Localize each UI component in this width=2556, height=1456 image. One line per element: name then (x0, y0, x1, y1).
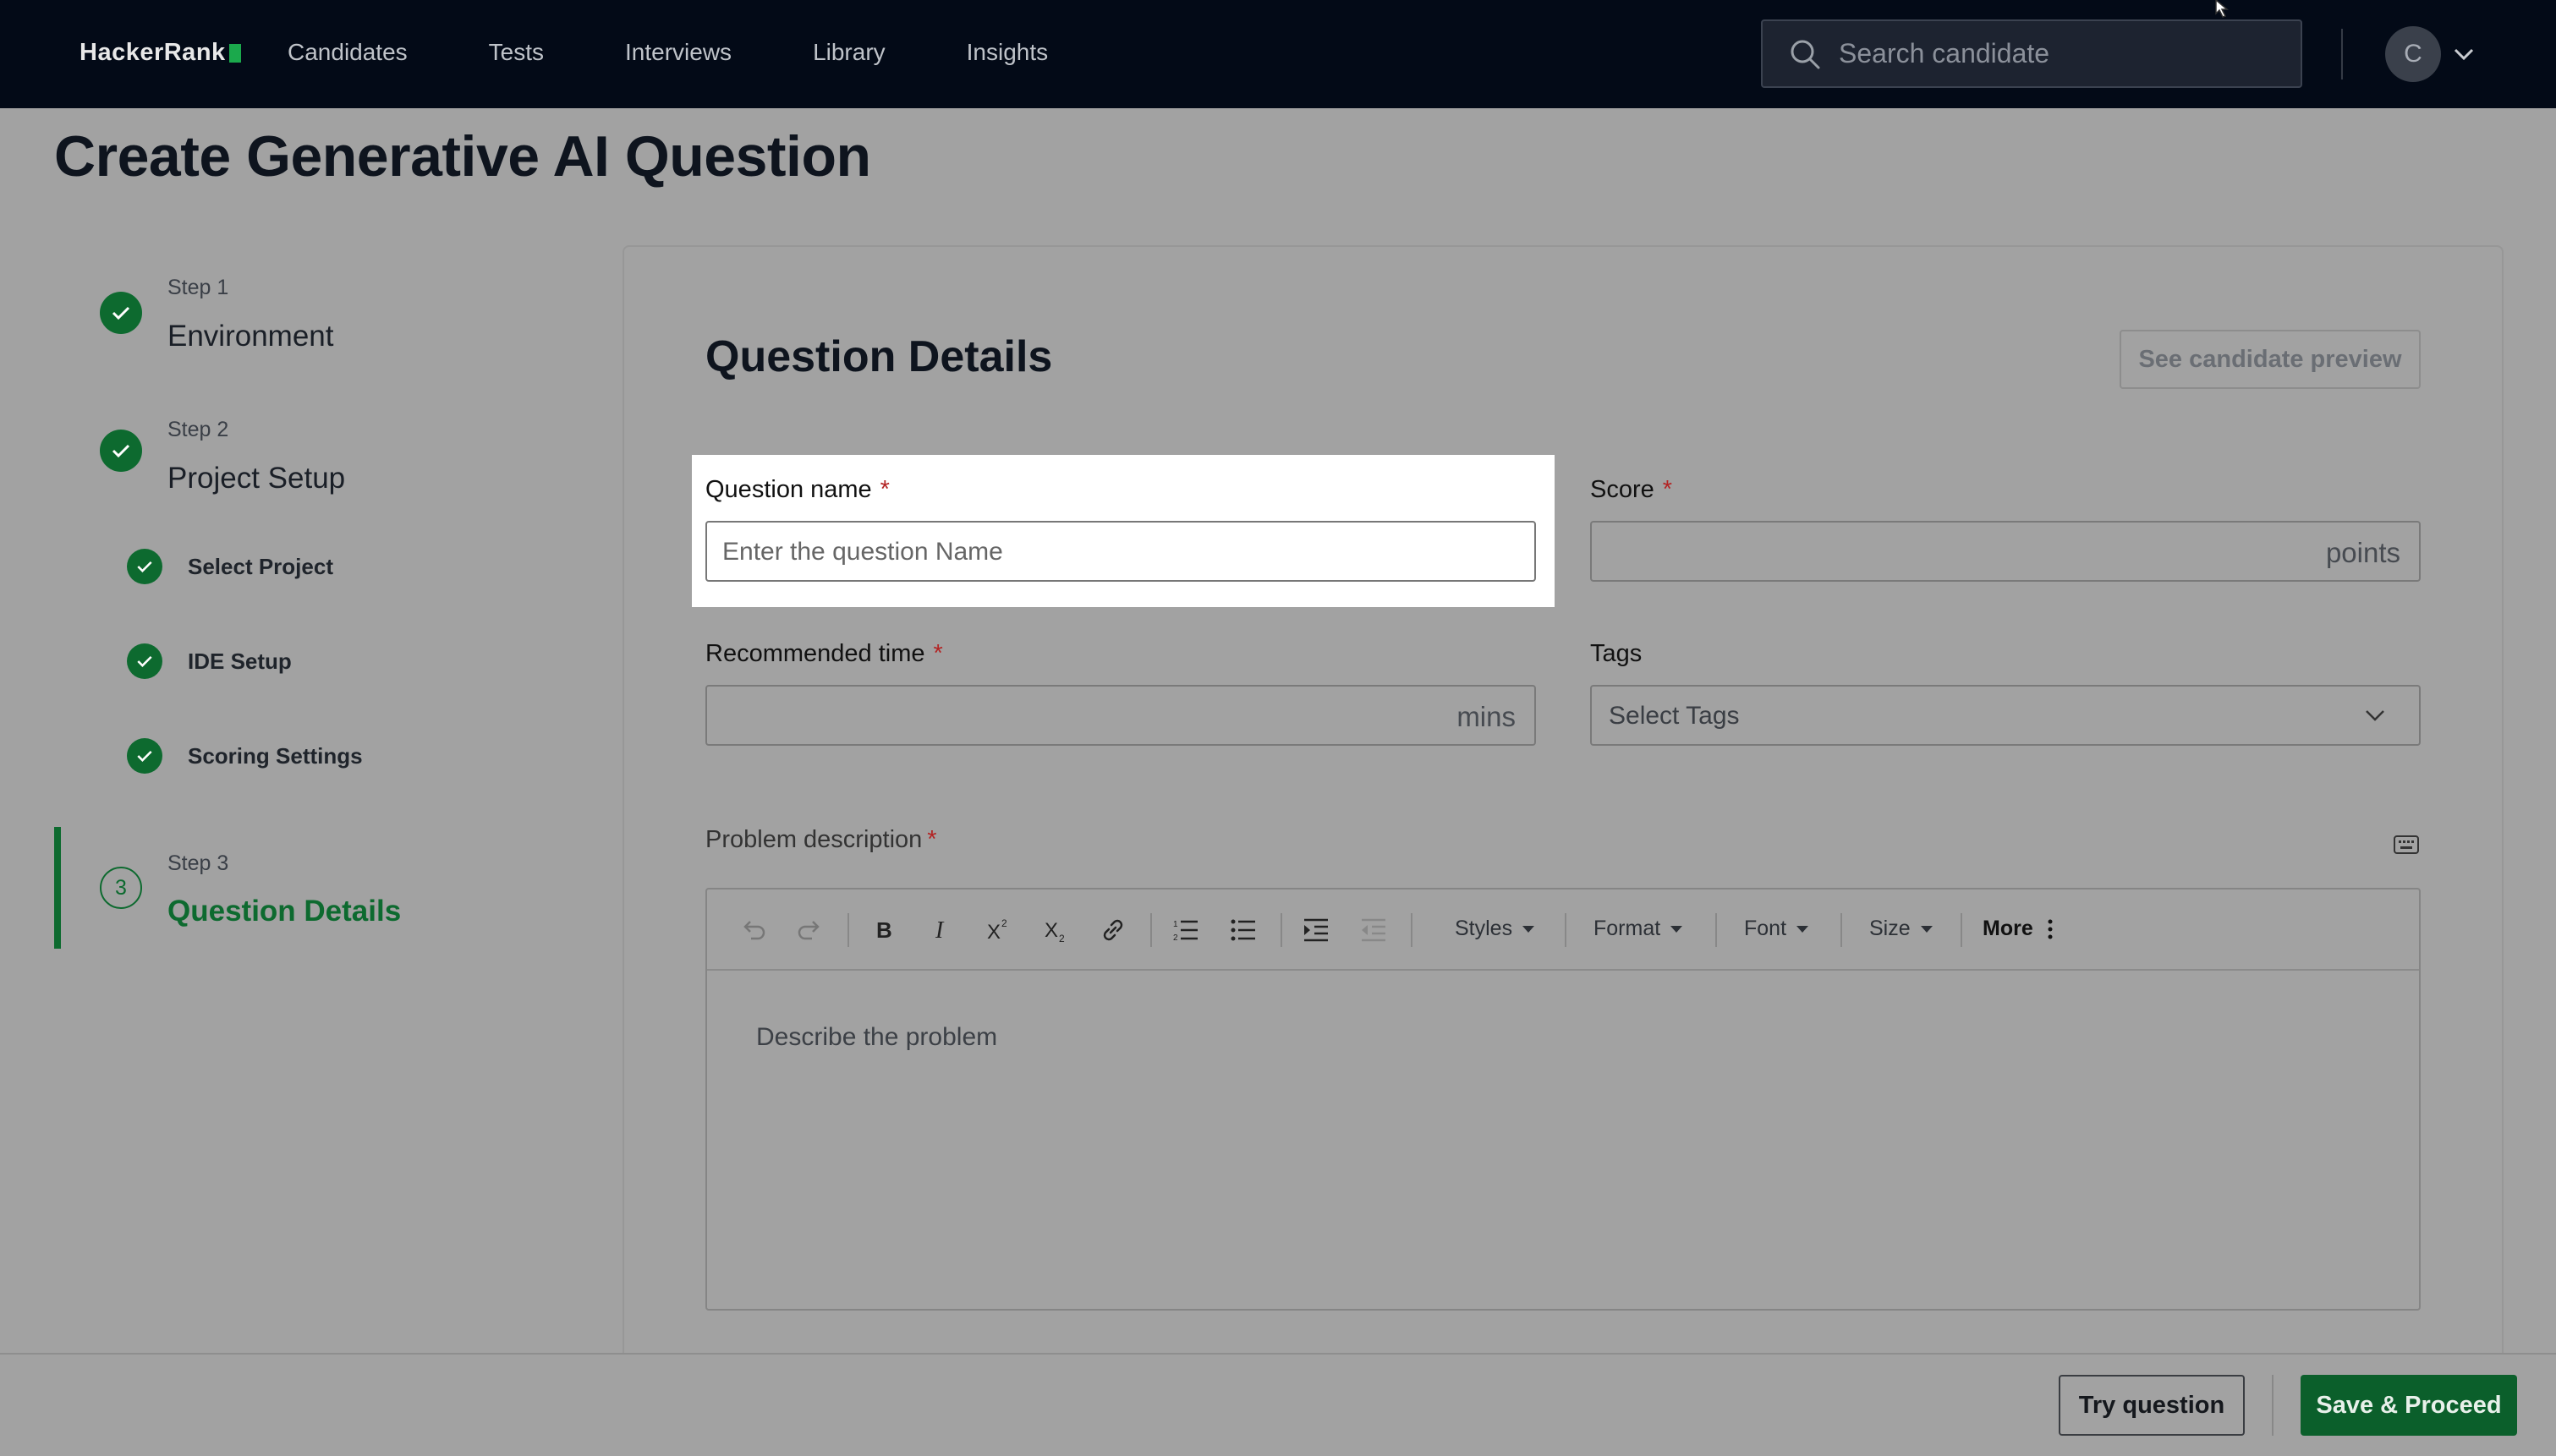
mouse-cursor-icon (2215, 0, 2230, 18)
toolbar-divider (1565, 913, 1566, 947)
more-button[interactable]: More (1983, 917, 2054, 941)
substep-select-project[interactable]: Select Project (188, 554, 333, 580)
check-circle-icon (127, 643, 162, 679)
tags-label: Tags (1590, 640, 1643, 667)
step-environment[interactable]: Environment (167, 320, 333, 353)
question-name-input[interactable]: Enter the question Name (705, 521, 1536, 582)
brand-logo[interactable]: HackerRank (80, 39, 241, 67)
indent-icon[interactable] (1296, 910, 1336, 950)
section-title: Question Details (705, 332, 1053, 381)
chevron-down-icon[interactable] (2451, 42, 2476, 66)
toolbar-divider (847, 913, 849, 947)
description-label: Problem description * (705, 826, 937, 853)
font-dropdown[interactable]: Font (1744, 917, 1809, 941)
toolbar-divider (1150, 913, 1152, 947)
link-icon[interactable] (1093, 910, 1133, 950)
step-question-details[interactable]: Question Details (167, 895, 401, 928)
substep-scoring-settings[interactable]: Scoring Settings (188, 743, 363, 769)
check-circle-icon (127, 738, 162, 774)
brand-name: HackerRank (80, 39, 226, 66)
numbered-list-icon[interactable]: 12 (1166, 910, 1206, 950)
description-placeholder: Describe the problem (756, 1023, 998, 1051)
substep-ide-setup[interactable]: IDE Setup (188, 649, 292, 675)
time-input[interactable]: mins (705, 685, 1536, 746)
tags-select[interactable]: Select Tags (1590, 685, 2421, 746)
top-nav: HackerRank Candidates Tests Interviews L… (0, 0, 2556, 108)
step-1-label: Step 1 (167, 276, 229, 299)
nav-tests[interactable]: Tests (489, 39, 544, 66)
nav-links: Candidates Tests Interviews Library Insi… (288, 39, 1129, 66)
chevron-down-icon (2366, 710, 2384, 721)
try-question-button[interactable]: Try question (2059, 1375, 2245, 1436)
question-name-placeholder: Enter the question Name (722, 538, 1003, 566)
superscript-icon[interactable]: X2 (978, 910, 1018, 950)
time-suffix: mins (1456, 701, 1516, 732)
redo-icon[interactable] (790, 910, 831, 950)
svg-text:2: 2 (1059, 933, 1065, 944)
check-circle-icon (100, 430, 142, 472)
candidate-preview-button[interactable]: See candidate preview (2120, 330, 2421, 389)
nav-candidates[interactable]: Candidates (288, 39, 408, 66)
outdent-icon[interactable] (1353, 910, 1394, 950)
svg-text:I: I (935, 917, 945, 944)
active-step-indicator (54, 827, 61, 949)
check-circle-icon (100, 292, 142, 334)
logo-mark-icon (228, 43, 241, 63)
nav-library[interactable]: Library (813, 39, 886, 66)
check-circle-icon (127, 549, 162, 584)
format-dropdown[interactable]: Format (1593, 917, 1683, 941)
nav-divider (2341, 29, 2343, 79)
step-3-label: Step 3 (167, 851, 229, 875)
bold-icon[interactable]: B (863, 910, 903, 950)
question-name-label: Question name * (705, 476, 890, 503)
time-label: Recommended time * (705, 640, 943, 667)
svg-text:1: 1 (1173, 920, 1178, 929)
footer-divider (2272, 1375, 2274, 1436)
score-input[interactable]: points (1590, 521, 2421, 582)
search-icon (1791, 40, 1820, 68)
toolbar-divider (1281, 913, 1282, 947)
svg-text:X: X (1045, 919, 1058, 942)
save-proceed-button[interactable]: Save & Proceed (2301, 1375, 2517, 1436)
size-dropdown[interactable]: Size (1869, 917, 1933, 941)
svg-text:2: 2 (1173, 933, 1178, 943)
more-vertical-icon (2048, 919, 2053, 939)
svg-text:2: 2 (1001, 917, 1007, 929)
svg-text:X: X (987, 921, 1001, 944)
step-project-setup[interactable]: Project Setup (167, 462, 345, 495)
bullet-list-icon[interactable] (1223, 910, 1264, 950)
search-input[interactable] (1839, 38, 2279, 69)
avatar[interactable]: C (2385, 26, 2441, 82)
toolbar-divider (1715, 913, 1717, 947)
undo-icon[interactable] (732, 910, 773, 950)
step-3-number: 3 (100, 867, 142, 909)
subscript-icon[interactable]: X2 (1035, 910, 1076, 950)
nav-insights[interactable]: Insights (967, 39, 1049, 66)
rich-text-editor[interactable]: B I X2 X2 12 Styles Format Font Size Mor… (705, 888, 2421, 1311)
keyboard-icon[interactable] (2394, 835, 2419, 854)
search-box (1761, 19, 2302, 88)
page-title: Create Generative AI Question (54, 124, 871, 189)
tags-placeholder: Select Tags (1609, 702, 1740, 730)
italic-icon[interactable]: I (920, 910, 961, 950)
svg-text:B: B (876, 917, 892, 943)
toolbar-divider (1411, 913, 1412, 947)
nav-interviews[interactable]: Interviews (625, 39, 732, 66)
score-suffix: points (2325, 537, 2400, 568)
editor-toolbar: B I X2 X2 12 Styles Format Font Size Mor… (707, 889, 2419, 971)
styles-dropdown[interactable]: Styles (1455, 917, 1535, 941)
step-2-label: Step 2 (167, 418, 229, 441)
toolbar-divider (1840, 913, 1842, 947)
score-label: Score * (1590, 476, 1673, 503)
toolbar-divider (1961, 913, 1962, 947)
